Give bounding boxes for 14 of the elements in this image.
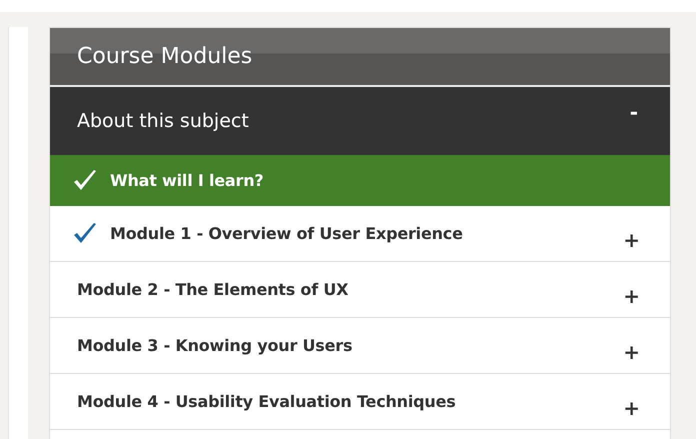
module-title: Module 3 - Knowing your Users (77, 336, 354, 355)
module-item[interactable]: What will I learn? (50, 155, 670, 206)
expand-toggle[interactable]: + (623, 342, 640, 362)
module-title: What will I learn? (110, 171, 264, 190)
module-title: Module 2 - The Elements of UX (77, 280, 350, 299)
module-title: Module 1 - Overview of User Experience (110, 224, 464, 243)
expand-toggle[interactable]: + (623, 398, 640, 418)
module-title: Module 4 - Usability Evaluation Techniques (77, 392, 457, 411)
section-header[interactable]: About this subject - (50, 87, 670, 155)
expand-toggle[interactable]: + (623, 286, 640, 306)
expand-toggle[interactable]: + (623, 230, 640, 250)
panel-title: Course Modules (50, 28, 670, 87)
section-title: About this subject (77, 110, 250, 132)
collapse-toggle[interactable]: - (630, 100, 638, 124)
